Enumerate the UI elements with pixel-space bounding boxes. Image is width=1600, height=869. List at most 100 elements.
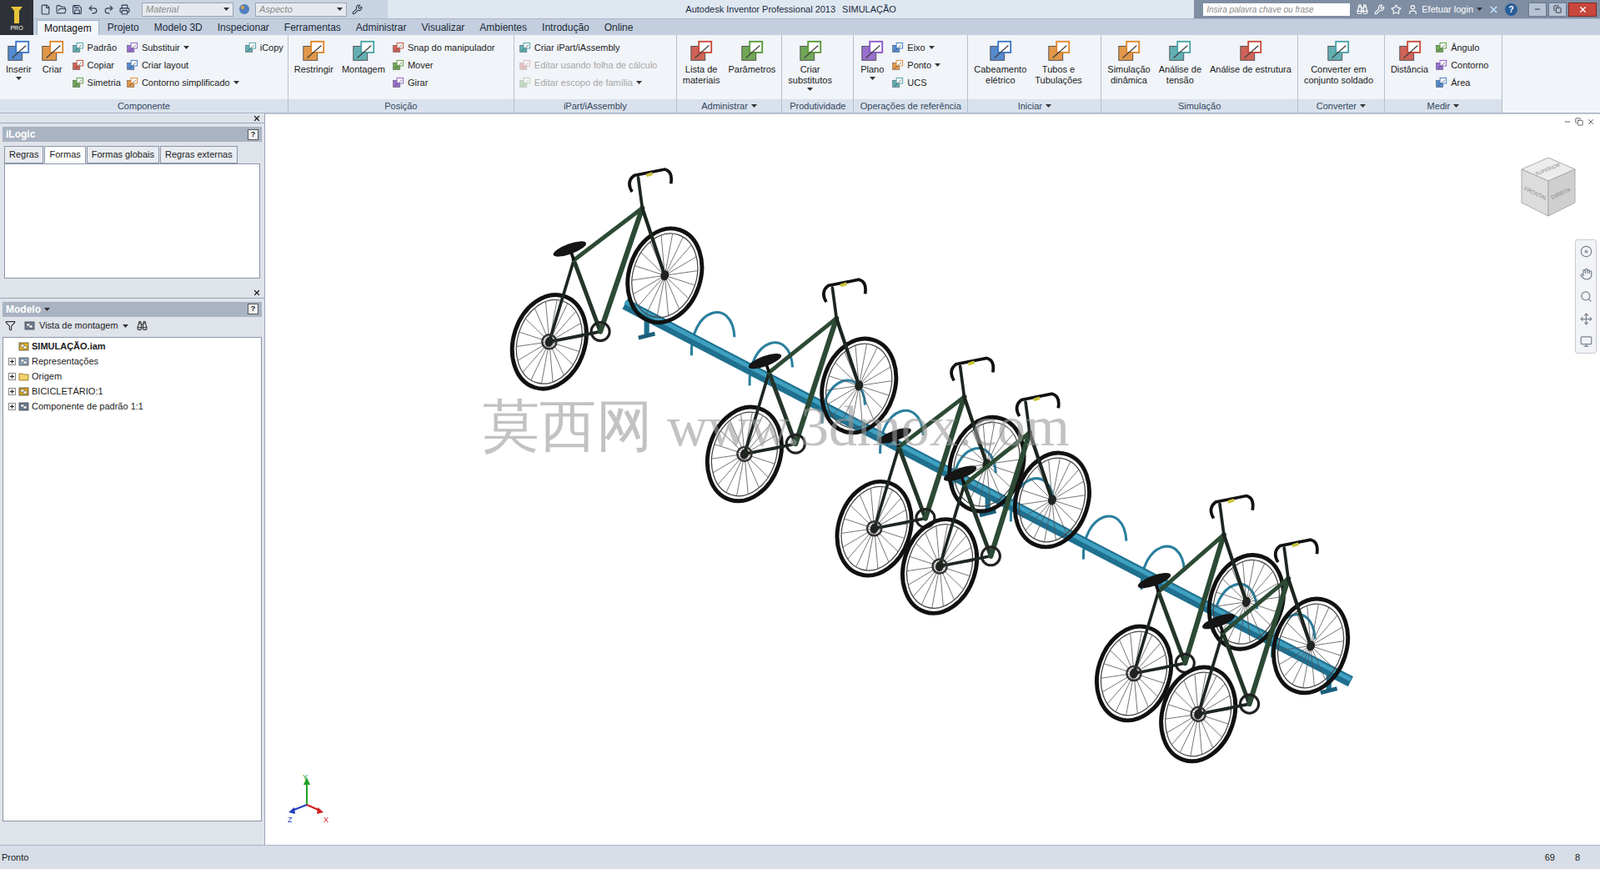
ribbon-group: RestringirMontagemSnap do manipuladorMov…	[288, 35, 515, 113]
ribbon-small-button[interactable]: UCS	[891, 74, 941, 91]
communication-icon[interactable]	[1374, 4, 1385, 16]
doc-close-icon[interactable]	[1586, 117, 1595, 126]
search-icon[interactable]	[1356, 3, 1369, 16]
ribbon-large-button[interactable]: Converter emconjunto soldado	[1302, 37, 1375, 86]
ribbon-large-button[interactable]: Distância	[1389, 37, 1430, 76]
exchange-icon[interactable]	[1488, 4, 1500, 16]
doc-minimize-icon[interactable]	[1563, 117, 1572, 126]
ribbon-small-button[interactable]: Área	[1434, 74, 1489, 91]
help-button[interactable]: ?	[1504, 3, 1518, 16]
model-menu[interactable]: Modelo	[5, 301, 51, 317]
ribbon-tab[interactable]: Montagem	[36, 20, 100, 36]
quick-access-icon[interactable]	[103, 4, 115, 16]
ribbon-group-label[interactable]: Medir	[1384, 99, 1502, 113]
quick-access-icon[interactable]	[71, 4, 83, 16]
ribbon-small-button[interactable]: iCopy	[244, 39, 284, 56]
ribbon-small-button[interactable]: Contorno simplificado	[125, 74, 240, 91]
ribbon-large-button[interactable]: Montagem	[340, 37, 387, 76]
nav-tool-icon[interactable]	[1579, 335, 1593, 348]
favorites-icon[interactable]	[1390, 4, 1402, 16]
ribbon-tab[interactable]: Inspecionar	[210, 20, 276, 36]
ribbon-large-button[interactable]: Cabeamentoelétrico	[972, 37, 1029, 86]
ribbon-small-button[interactable]: Contorno	[1434, 56, 1489, 74]
help-search-field[interactable]: Insira palavra chave ou frase	[1202, 2, 1351, 17]
doc-restore-icon[interactable]	[1574, 117, 1584, 126]
ribbon-tab[interactable]: Online	[597, 20, 641, 36]
app-logo[interactable]: PRO	[0, 0, 34, 36]
close-button[interactable]	[1568, 2, 1597, 17]
tree-item[interactable]: Origem	[3, 369, 261, 385]
close-icon[interactable]	[252, 114, 261, 123]
expand-toggle-icon[interactable]	[8, 357, 16, 366]
nav-tool-icon[interactable]	[1579, 290, 1593, 303]
ribbon-small-button[interactable]: Padrão	[71, 39, 121, 56]
ribbon-small-button: Editar usando folha de cálculo	[518, 56, 658, 74]
ilogic-tab[interactable]: Formas globais	[86, 145, 160, 164]
quick-access-icon[interactable]	[55, 4, 67, 16]
expand-toggle-icon[interactable]	[8, 387, 16, 396]
model-canvas[interactable]	[265, 114, 1600, 845]
minimize-button[interactable]	[1528, 2, 1547, 17]
ribbon-small-button[interactable]: Ponto	[891, 56, 941, 74]
help-button[interactable]: ?	[247, 303, 259, 315]
restore-button[interactable]	[1548, 2, 1567, 17]
ilogic-tab[interactable]: Regras externas	[160, 145, 238, 164]
ribbon-tab[interactable]: Administrar	[349, 20, 414, 36]
ribbon-small-button[interactable]: Ângulo	[1434, 39, 1489, 56]
ribbon-tab[interactable]: Visualizar	[415, 20, 472, 36]
close-icon[interactable]	[252, 288, 261, 297]
nav-tool-icon[interactable]	[1579, 245, 1593, 258]
ribbon-tab[interactable]: Projeto	[100, 20, 146, 36]
ribbon-tab[interactable]: Ambientes	[472, 20, 534, 36]
graphics-viewport[interactable]: 莫西网 www.3dmox.comSUPERIORFRONTALDIREITAY…	[265, 113, 1600, 845]
ribbon-large-button[interactable]: Restringir	[292, 37, 336, 76]
nav-tool-icon[interactable]	[1579, 312, 1593, 326]
ribbon-small-button[interactable]: Girar	[391, 74, 496, 91]
ribbon-large-button[interactable]: Tubos eTubulações	[1033, 37, 1084, 86]
ribbon-small-button[interactable]: Simetria	[71, 74, 121, 91]
expand-toggle-icon[interactable]	[8, 372, 16, 381]
ribbon-group-label[interactable]: Administrar	[677, 99, 782, 113]
tools-icon[interactable]	[351, 4, 363, 16]
tree-item[interactable]: BICICLETÁRIO:1	[3, 384, 261, 400]
ribbon-small-button[interactable]: Snap do manipulador	[391, 39, 496, 56]
ribbon-large-button[interactable]: Criar	[38, 37, 67, 76]
appearance-dropdown[interactable]: Aspecto	[255, 2, 347, 17]
quick-access-icon[interactable]	[119, 4, 131, 16]
filter-icon[interactable]	[5, 320, 16, 332]
ilogic-tab[interactable]: Formas	[44, 145, 86, 164]
ribbon-large-button[interactable]: Inserir	[4, 37, 34, 81]
material-dropdown[interactable]: Material	[141, 2, 234, 17]
ribbon-small-button[interactable]: Criar iPart/iAssembly	[518, 39, 658, 56]
ribbon-large-button[interactable]: Criarsubstitutos	[786, 37, 834, 91]
ribbon-tab[interactable]: Ferramentas	[277, 20, 348, 36]
ilogic-tab[interactable]: Regras	[4, 145, 44, 164]
expand-toggle-icon[interactable]	[8, 402, 16, 411]
ribbon-large-button[interactable]: Simulaçãodinâmica	[1105, 37, 1152, 86]
ribbon-large-button[interactable]: Plano	[857, 37, 887, 81]
tree-item[interactable]: SIMULAÇÃO.iam	[3, 339, 261, 355]
ribbon-small-button[interactable]: Substituir	[125, 39, 240, 56]
ribbon-tab[interactable]: Modelo 3D	[147, 20, 210, 36]
tree-item[interactable]: Representações	[3, 354, 261, 370]
ribbon-group-label[interactable]: Converter	[1298, 99, 1385, 113]
login-button[interactable]: Efetuar login	[1407, 2, 1483, 17]
find-icon[interactable]	[136, 320, 148, 332]
ribbon-small-button[interactable]: Criar layout	[125, 56, 240, 74]
nav-tool-icon[interactable]	[1579, 267, 1593, 281]
ribbon-large-button[interactable]: Análise de estrutura	[1208, 37, 1294, 76]
view-cube[interactable]: SUPERIORFRONTALDIREITA	[1514, 150, 1582, 226]
ribbon-small-button[interactable]: Copiar	[71, 56, 121, 74]
ribbon-large-button[interactable]: Análise detensão	[1157, 37, 1204, 86]
ribbon-small-button[interactable]: Mover	[391, 56, 496, 74]
quick-access-icon[interactable]	[87, 4, 99, 16]
view-dropdown[interactable]: Vista de montagem	[24, 318, 129, 333]
ribbon-group-label[interactable]: Iniciar	[968, 99, 1101, 113]
help-button[interactable]: ?	[247, 129, 259, 141]
tree-item[interactable]: Componente de padrão 1:1	[3, 399, 261, 415]
ribbon-large-button[interactable]: Parâmetros	[726, 37, 778, 76]
ribbon-tab[interactable]: Introdução	[535, 20, 597, 36]
quick-access-icon[interactable]	[40, 4, 51, 16]
ribbon-large-button[interactable]: Lista demateriais	[681, 37, 723, 86]
ribbon-small-button[interactable]: Eixo	[891, 39, 941, 56]
